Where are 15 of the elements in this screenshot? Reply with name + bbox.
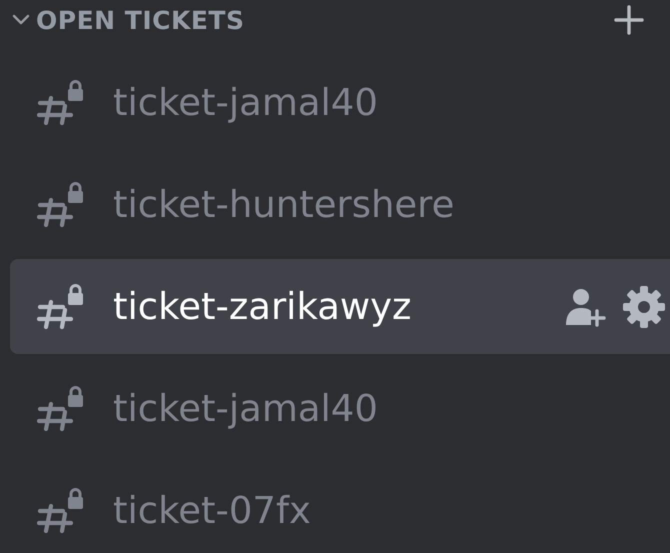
channel-item[interactable]: ticket-07fx (10, 463, 670, 553)
channel-item[interactable]: ticket-jamal40 (10, 55, 670, 150)
channel-name[interactable]: ticket-jamal40 (113, 387, 670, 430)
channel-name[interactable]: ticket-huntershere (113, 183, 670, 226)
channel-name[interactable]: ticket-jamal40 (113, 81, 670, 124)
add-member-icon[interactable] (564, 286, 608, 326)
category-title[interactable]: OPEN TICKETS (36, 6, 614, 34)
channel-name[interactable]: ticket-zarikawyz (113, 285, 564, 328)
settings-icon[interactable] (622, 284, 666, 328)
chevron-icon[interactable] (12, 14, 30, 26)
channel-item[interactable]: ticket-jamal40 (10, 361, 670, 456)
plus-icon[interactable] (614, 5, 644, 35)
channel-name[interactable]: ticket-07fx (113, 489, 670, 532)
channel-item[interactable]: ticket-zarikawyz (10, 259, 670, 354)
channel-item[interactable]: ticket-huntershere (10, 157, 670, 252)
